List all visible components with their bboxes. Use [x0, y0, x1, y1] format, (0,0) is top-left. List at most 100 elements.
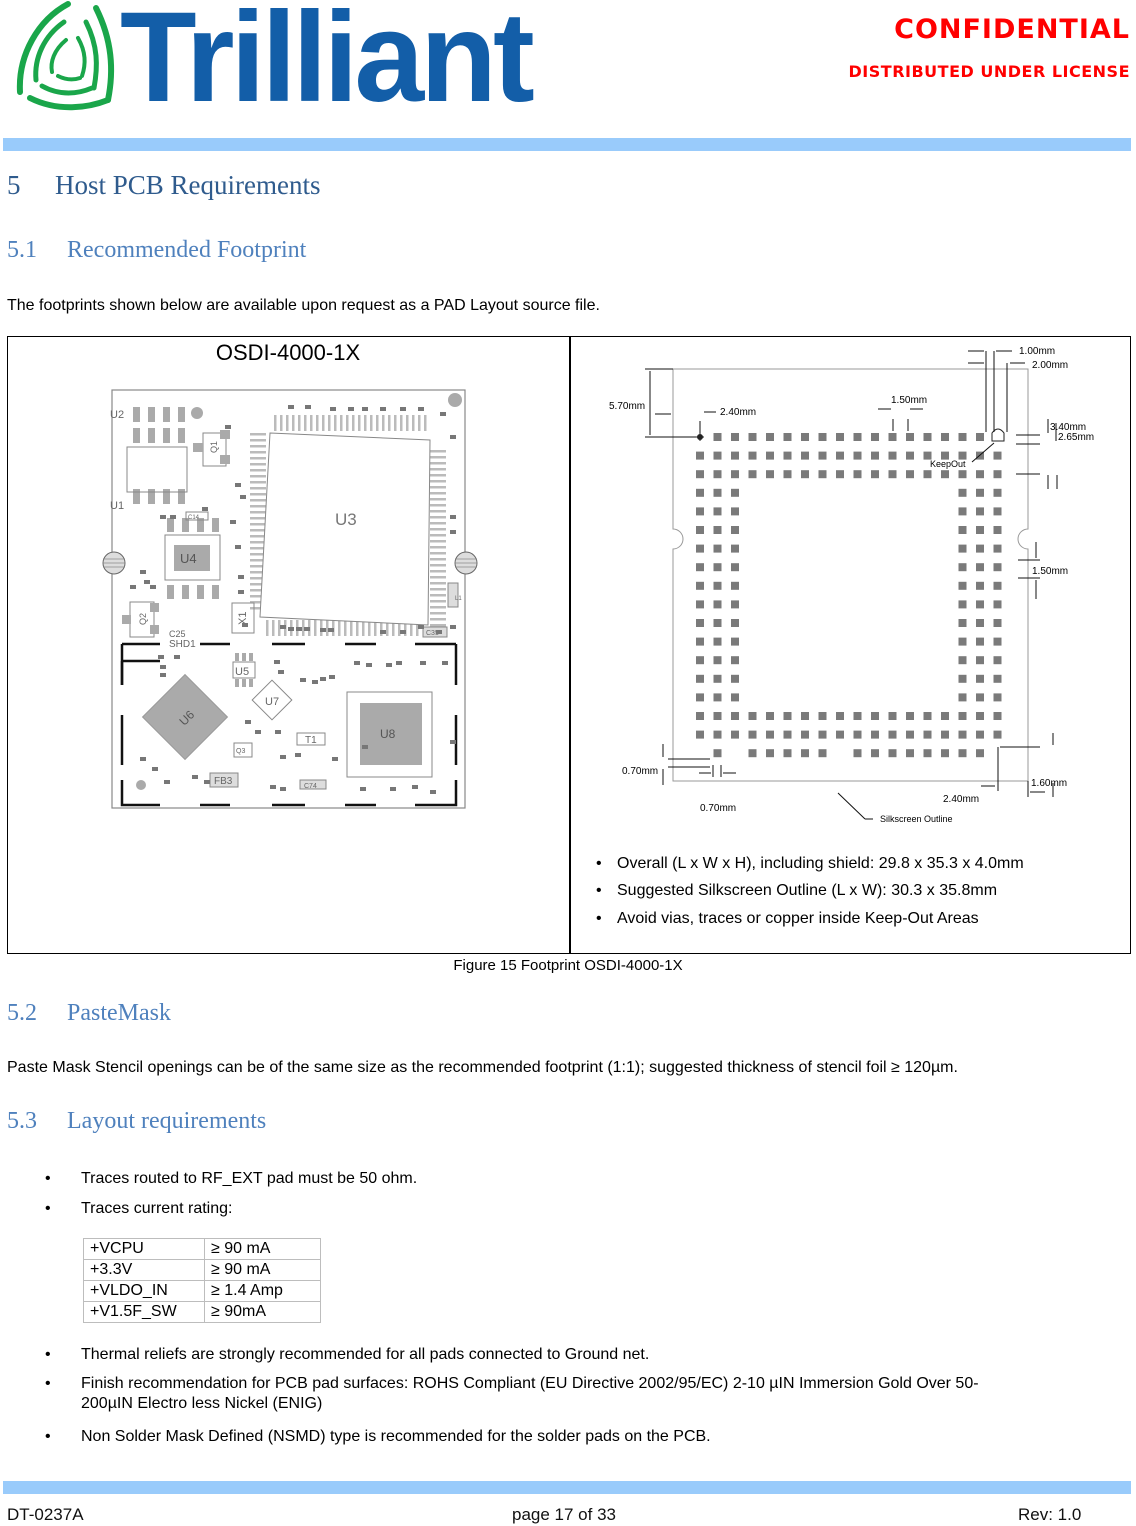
pcb-component [418, 407, 424, 411]
u3-pin [304, 415, 307, 431]
footprint-pad [958, 693, 967, 702]
footprint-pad [748, 730, 757, 739]
bullet-text: Traces routed to RF_EXT pad must be 50 o… [81, 1170, 418, 1187]
pcb-component [312, 680, 318, 684]
section-heading-5-3: 5.3 Layout requirements [7, 1108, 266, 1135]
footprint-pad [801, 470, 809, 479]
module-title: OSDI-4000-1X [215, 340, 361, 365]
footprint-pad [871, 712, 879, 720]
dim-5-70mm: 5.70mm [609, 401, 645, 412]
footprint-pad [801, 730, 809, 739]
footprint-pad [993, 526, 1002, 534]
u3-pin [430, 546, 446, 549]
bullet-text: Avoid vias, traces or copper inside Keep… [617, 910, 979, 927]
pcb-component [450, 435, 456, 439]
label-u7: U7 [265, 696, 279, 708]
dim-1-50mm-side: 1.50mm [1032, 566, 1068, 577]
u3-pin [250, 451, 266, 454]
section-number: 5 [7, 170, 21, 200]
bullet-text: Suggested Silkscreen Outline (L x W): 30… [617, 882, 998, 899]
pcb-component [362, 745, 368, 749]
u3-pin [314, 620, 317, 636]
u3-pin [430, 534, 446, 537]
footprint-pad [836, 470, 844, 479]
u3-pin [334, 415, 337, 431]
u3-pin [250, 505, 266, 508]
footprint-pad [696, 637, 704, 646]
value-cell: ≥ 1.4 Amp [204, 1280, 321, 1302]
footprint-pad [976, 507, 984, 516]
footprint-pad [818, 712, 827, 720]
footprint-pad [958, 749, 967, 758]
figure-bullet: • Overall (L x W x H), including shield: … [596, 855, 1024, 872]
footprint-pad [818, 433, 827, 441]
label-l1: L1 [455, 596, 462, 602]
footprint-pad [871, 433, 879, 441]
footprint-pad [958, 619, 967, 627]
u3-pin [430, 618, 446, 621]
pcb-component [366, 663, 372, 667]
footprint-pad [958, 507, 967, 516]
u3-pin [266, 620, 269, 636]
footprint-pad [976, 544, 984, 553]
u3-pin [250, 439, 266, 442]
pcb-component [386, 663, 392, 667]
u3-pin [430, 498, 446, 501]
footprint-pad [818, 749, 827, 758]
u3-pin [280, 415, 283, 431]
footprint-pad [888, 470, 897, 479]
footprint-pad [731, 637, 739, 646]
pcb-component [362, 407, 368, 411]
footprint-pad [853, 451, 862, 460]
pcb-component [280, 625, 286, 629]
footprint-pad [993, 470, 1002, 479]
revision: Rev: 1.0 [1018, 1505, 1082, 1524]
pcb-component [304, 627, 310, 631]
layout-bullet: • Finish recommendation for PCB pad surfa… [45, 1375, 979, 1392]
footprint-pad [958, 637, 967, 646]
pcb-component [418, 625, 424, 629]
footprint-pad [906, 749, 914, 758]
u3-pin [352, 415, 355, 431]
u3-pin [338, 620, 341, 636]
footprint-pad [993, 730, 1002, 739]
pcb-component [300, 678, 306, 682]
pcb-component [235, 545, 241, 549]
net-cell: +3.3V [83, 1259, 205, 1281]
footprint-pad [976, 488, 984, 497]
section-number: 5.1 [7, 237, 37, 263]
table-row: +3.3V ≥ 90 mA [83, 1259, 321, 1281]
u3-pin [430, 486, 446, 489]
page-number: page 17 of 33 [512, 1505, 616, 1524]
footprint-pad [731, 656, 739, 665]
footprint-pad [888, 451, 897, 460]
u3-pin [406, 415, 409, 431]
label-x1: X1 [237, 612, 249, 625]
footprint-pad [958, 470, 967, 479]
u3-pin [250, 499, 266, 502]
footprint-pad [888, 712, 897, 720]
footprint-pad [766, 470, 774, 479]
label-fb3: FB3 [214, 776, 233, 787]
footprint-drawing: 1.00mm 2.00mm 5.70mm 2.40mm 1.50mm 3.40m… [609, 346, 1094, 824]
footprint-pad [696, 619, 704, 627]
bullet-text: Overall (L x W x H), including shield: 2… [617, 855, 1024, 872]
u3-pin [310, 415, 313, 431]
u3-pin [322, 415, 325, 431]
footprint-pad [923, 712, 932, 720]
label-u3: U3 [335, 510, 357, 529]
footprint-pad [941, 712, 949, 720]
footprint-pad [976, 581, 984, 590]
pcb-component [160, 673, 166, 677]
footprint-pad [801, 451, 809, 460]
u3-pin [328, 415, 331, 431]
footprint-pad [958, 712, 967, 720]
pcb-component [430, 790, 436, 794]
footprint-pad [696, 674, 704, 683]
footprint-pad [783, 451, 792, 460]
u3-pin [430, 612, 446, 615]
u3-pin [430, 462, 446, 465]
footprint-pad [696, 693, 704, 702]
u3-pin [424, 415, 427, 431]
pcb-component [130, 585, 136, 589]
